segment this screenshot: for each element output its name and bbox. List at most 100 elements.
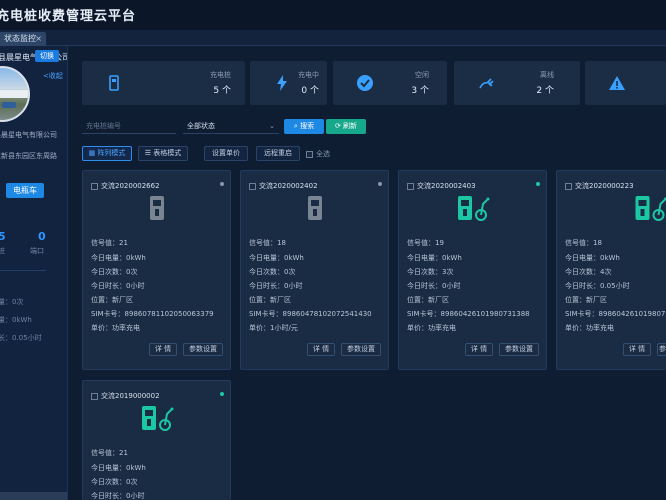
card-price: 单价：功率充电 bbox=[91, 324, 140, 332]
status-select[interactable]: 全部状态 ⌄ bbox=[183, 118, 279, 134]
charger-ebike-icon bbox=[142, 406, 174, 431]
card-title-text: 交流2019000002 bbox=[101, 392, 160, 400]
pile-number-input[interactable] bbox=[82, 118, 176, 134]
select-all-checkbox[interactable] bbox=[306, 150, 313, 158]
card-signal: 信号值：18 bbox=[565, 239, 602, 247]
company-address: 东新县东园区东周路 bbox=[0, 152, 57, 160]
status-dot bbox=[220, 182, 224, 186]
tab-label: 状态监控 bbox=[4, 34, 36, 43]
card-energy: 今日电量：0kWh bbox=[91, 464, 146, 472]
card-title[interactable]: 交流2020002402 bbox=[249, 181, 318, 191]
card-signal: 信号值：19 bbox=[407, 239, 444, 247]
search-button[interactable]: ⌕ 搜索 bbox=[284, 119, 324, 134]
card-title-text: 交流2020000223 bbox=[575, 182, 634, 190]
stat-label: 充电桩 bbox=[210, 71, 231, 79]
stat-offline[interactable]: 离线 2 个 bbox=[454, 61, 580, 105]
card-signal: 信号值：21 bbox=[91, 449, 128, 457]
card-checkbox[interactable] bbox=[249, 182, 256, 190]
vehicle-type-button[interactable]: 电瓶车 bbox=[6, 183, 44, 198]
card-sim: SIM卡号：89860426101980731399 bbox=[565, 310, 666, 318]
charger-icon bbox=[109, 75, 119, 91]
card-price: 单价：1小时/元 bbox=[249, 324, 298, 332]
refresh-button[interactable]: ⟳ 刷新 bbox=[326, 119, 366, 134]
select-all[interactable]: 全选 bbox=[306, 149, 330, 159]
stat-idle[interactable]: 空闲 3 个 bbox=[333, 61, 447, 105]
table-mode-button[interactable]: ☰ 表格模式 bbox=[138, 146, 188, 161]
params-button[interactable]: 参 bbox=[657, 343, 666, 356]
remote-restart-button[interactable]: 远程重启 bbox=[256, 146, 300, 161]
stat-charging[interactable]: 充电中 0 个 bbox=[250, 61, 327, 105]
status-select-value: 全部状态 bbox=[187, 122, 215, 130]
detail-button[interactable]: 详 情 bbox=[307, 343, 335, 356]
detail-button[interactable]: 详 情 bbox=[465, 343, 493, 356]
card-sim: SIM卡号：89860781102050063379 bbox=[91, 310, 214, 318]
card-times: 今日次数：0次 bbox=[91, 478, 138, 486]
card-title-text: 交流2020002403 bbox=[417, 182, 476, 190]
card-duration: 今日时长：0小时 bbox=[91, 492, 145, 500]
set-price-button[interactable]: 设置单价 bbox=[204, 146, 248, 161]
card-duration: 今日时长：0小时 bbox=[91, 282, 145, 290]
card-title[interactable]: 交流2020002403 bbox=[407, 181, 476, 191]
params-button[interactable]: 参数设置 bbox=[499, 343, 539, 356]
card-price: 单价：功率充电 bbox=[407, 324, 456, 332]
collapse-link[interactable]: <收起 bbox=[43, 71, 63, 81]
card-duration: 今日时长：0小时 bbox=[407, 282, 461, 290]
refresh-icon: ⟳ bbox=[334, 122, 344, 130]
charger-offline-icon bbox=[150, 196, 164, 220]
search-button-label: 搜索 bbox=[300, 122, 315, 130]
table-icon: ☰ bbox=[144, 149, 154, 157]
refresh-button-label: 刷新 bbox=[343, 122, 358, 130]
card-title[interactable]: 交流2020000223 bbox=[565, 181, 634, 191]
sidebar-stat-duration: 长：0.05小时 bbox=[0, 334, 42, 342]
detail-button[interactable]: 详 情 bbox=[623, 343, 651, 356]
charger-card[interactable]: 交流2020002403 信号值：19 今日电量：0kWh 今日次数：3次 今日… bbox=[398, 170, 547, 370]
table-mode-label: 表格模式 bbox=[153, 149, 182, 157]
close-icon[interactable]: × bbox=[35, 32, 42, 46]
card-energy: 今日电量：0kWh bbox=[407, 254, 462, 262]
card-title[interactable]: 交流2020002662 bbox=[91, 181, 160, 191]
stat-label: 充电中 bbox=[298, 71, 319, 79]
stat-fault[interactable] bbox=[585, 61, 666, 105]
sidebar-footer bbox=[0, 492, 67, 500]
switch-company-button[interactable]: 切换 bbox=[35, 50, 59, 62]
card-checkbox[interactable] bbox=[91, 392, 98, 400]
params-button[interactable]: 参数设置 bbox=[341, 343, 381, 356]
charger-card[interactable]: 交流2020000223 信号值：18 今日电量：0kWh 今日次数：4次 今日… bbox=[556, 170, 666, 370]
tab-status-monitor[interactable]: 状态监控 × bbox=[0, 32, 46, 46]
chevron-down-icon: ⌄ bbox=[269, 122, 275, 130]
card-title-text: 交流2020002662 bbox=[101, 182, 160, 190]
detail-button[interactable]: 详 情 bbox=[149, 343, 177, 356]
card-energy: 今日电量：0kWh bbox=[91, 254, 146, 262]
stat-total-piles[interactable]: 充电桩 5 个 bbox=[82, 61, 245, 105]
card-title[interactable]: 交流2019000002 bbox=[91, 391, 160, 401]
stat-value: 2 个 bbox=[536, 86, 554, 96]
card-checkbox[interactable] bbox=[91, 182, 98, 190]
card-checkbox[interactable] bbox=[407, 182, 414, 190]
status-dot bbox=[378, 182, 382, 186]
card-signal: 信号值：18 bbox=[249, 239, 286, 247]
card-checkbox[interactable] bbox=[565, 182, 572, 190]
card-sim: SIM卡号：89860478102072541430 bbox=[249, 310, 372, 318]
warning-icon bbox=[609, 76, 625, 90]
app-title: 充电桩收费管理云平台 bbox=[0, 9, 137, 24]
avatar-shed-shape bbox=[0, 90, 28, 98]
card-duration: 今日时长：0小时 bbox=[249, 282, 303, 290]
select-all-label: 全选 bbox=[316, 150, 330, 158]
charger-card[interactable]: 交流2019000002 信号值：21 今日电量：0kWh 今日次数：0次 今日… bbox=[82, 380, 231, 500]
sidebar-divider bbox=[0, 270, 46, 271]
charger-card[interactable]: 交流2020002662 信号值：21 今日电量：0kWh 今日次数：0次 今日… bbox=[82, 170, 231, 370]
params-button[interactable]: 参数设置 bbox=[183, 343, 223, 356]
stat-label: 离线 bbox=[540, 71, 554, 79]
card-times: 今日次数：4次 bbox=[565, 268, 612, 276]
unplugged-icon bbox=[479, 78, 494, 89]
charger-offline-icon bbox=[308, 196, 322, 220]
sidebar: 县晨星电气有限公司 切换 <收起 县晨星电气有限公司 东新县东园区东周路 电瓶车… bbox=[0, 46, 68, 500]
charger-card[interactable]: 交流2020002402 信号值：18 今日电量：0kWh 今日次数：0次 今日… bbox=[240, 170, 389, 370]
port-count: 0 bbox=[38, 230, 46, 243]
avatar bbox=[0, 66, 30, 122]
card-title-text: 交流2020002402 bbox=[259, 182, 318, 190]
grid-mode-button[interactable]: ▦ 阵列模式 bbox=[82, 146, 132, 161]
card-times: 今日次数：0次 bbox=[249, 268, 296, 276]
sidebar-stat-energy: 量：0kWh bbox=[0, 316, 32, 324]
card-signal: 信号值：21 bbox=[91, 239, 128, 247]
